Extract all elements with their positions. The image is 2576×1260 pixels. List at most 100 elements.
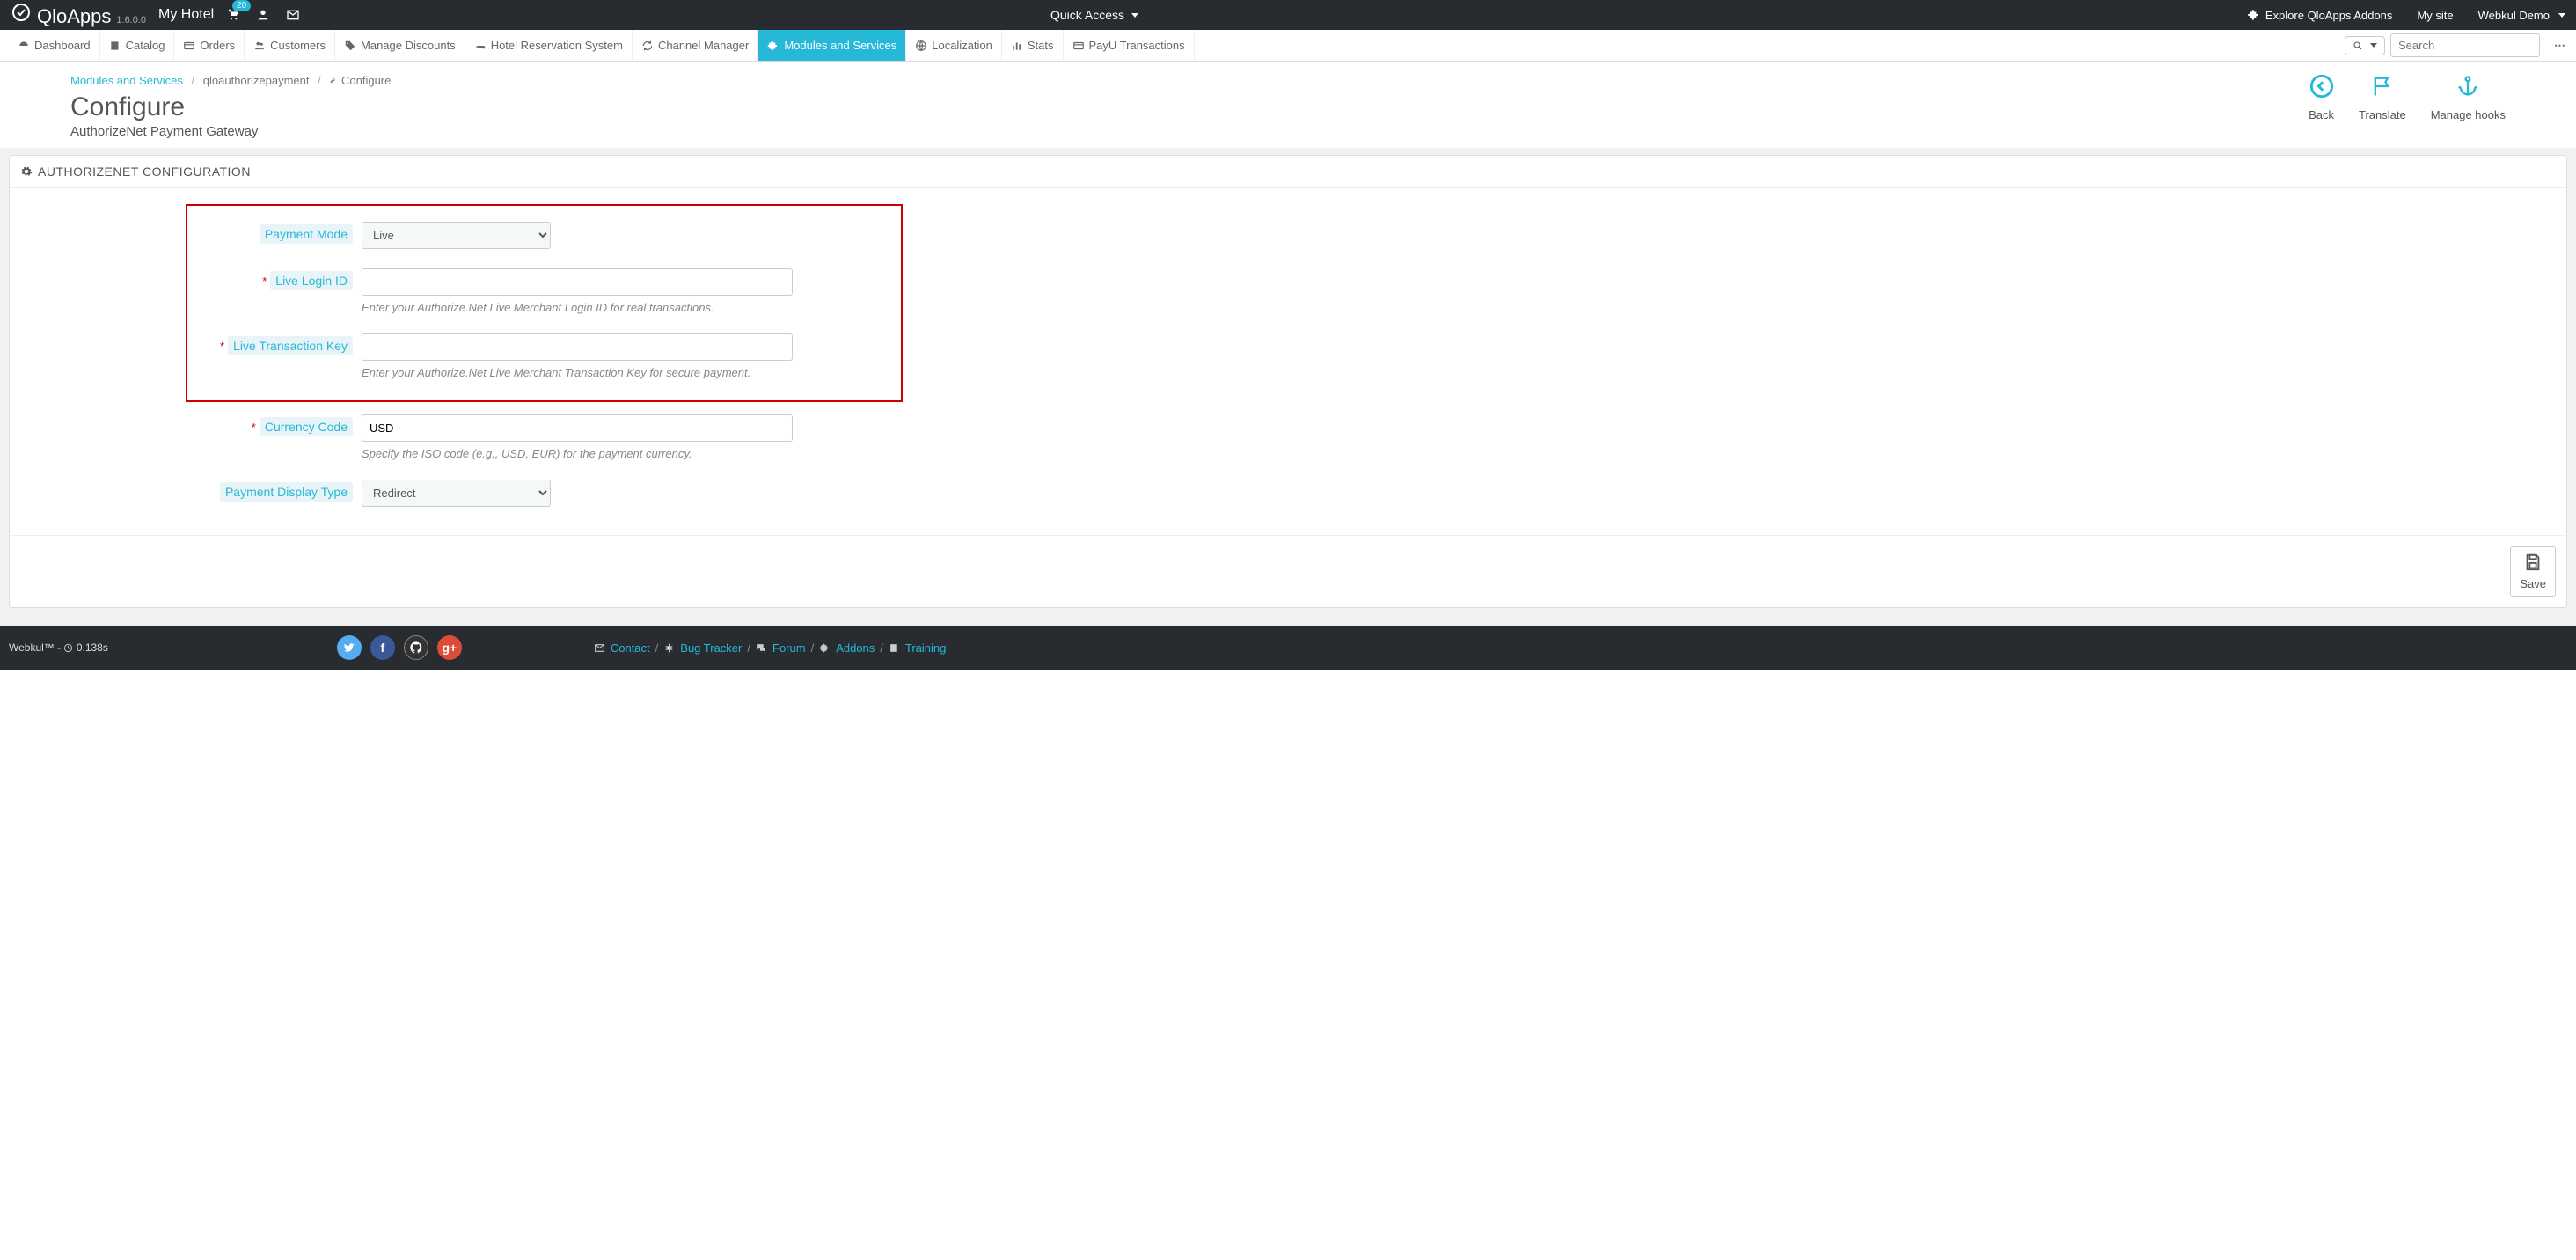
translate-button[interactable]: Translate — [2359, 74, 2406, 121]
panel-heading: AUTHORIZENET CONFIGURATION — [10, 156, 2566, 188]
nav-channel-manager[interactable]: Channel Manager — [633, 30, 758, 61]
overflow-menu[interactable]: ⋯ — [2554, 39, 2567, 53]
page-title: Configure — [70, 92, 391, 122]
label-display-type: Payment Display Type — [220, 482, 353, 502]
save-icon — [2520, 553, 2546, 577]
payment-mode-select[interactable]: Live — [362, 222, 551, 249]
wrench-icon — [329, 76, 338, 84]
breadcrumb-module-name: qloauthorizepayment — [203, 74, 310, 87]
credit-card-icon — [1072, 40, 1085, 52]
help-live-login-id: Enter your Authorize.Net Live Merchant L… — [362, 301, 854, 314]
nav-customers[interactable]: Customers — [245, 30, 335, 61]
footer-copyright: Webkul™ - 0.138s — [9, 641, 108, 654]
user-menu[interactable]: Webkul Demo — [2478, 9, 2565, 22]
label-currency-code: Currency Code — [260, 417, 353, 436]
live-login-id-input[interactable] — [362, 268, 793, 296]
book-icon — [889, 642, 900, 654]
credit-card-icon — [183, 40, 195, 52]
flag-icon — [2359, 74, 2406, 105]
puzzle-icon — [2248, 9, 2260, 21]
comments-icon — [756, 642, 767, 654]
globe-icon — [915, 40, 927, 52]
caret-down-icon — [1131, 13, 1138, 18]
quick-access-menu[interactable]: Quick Access — [1050, 8, 1138, 22]
envelope-icon[interactable] — [286, 8, 300, 22]
label-live-login-id: Live Login ID — [270, 271, 353, 290]
main-nav: Dashboard Catalog Orders Customers Manag… — [0, 30, 2576, 62]
display-type-select[interactable]: Redirect — [362, 480, 551, 507]
nav-orders[interactable]: Orders — [174, 30, 245, 61]
footer-bug-tracker[interactable]: Bug Tracker — [680, 641, 742, 655]
manage-hooks-button[interactable]: Manage hooks — [2431, 74, 2506, 121]
content-area: AUTHORIZENET CONFIGURATION Payment Mode … — [0, 148, 2576, 626]
brand-name: QloApps — [37, 5, 111, 28]
caret-down-icon — [2370, 43, 2377, 48]
gear-icon — [20, 165, 33, 178]
save-button[interactable]: Save — [2510, 546, 2556, 597]
twitter-link[interactable] — [337, 635, 362, 660]
back-button[interactable]: Back — [2309, 74, 2334, 121]
footer-forum[interactable]: Forum — [772, 641, 806, 655]
nav-dashboard[interactable]: Dashboard — [9, 30, 100, 61]
tag-icon — [344, 40, 356, 52]
github-link[interactable] — [404, 635, 428, 660]
live-trans-key-input[interactable] — [362, 333, 793, 361]
my-site-link[interactable]: My site — [2417, 9, 2453, 22]
facebook-link[interactable]: f — [370, 635, 395, 660]
search-input[interactable] — [2390, 33, 2540, 57]
footer-contact[interactable]: Contact — [611, 641, 650, 655]
envelope-icon — [594, 642, 605, 654]
book-icon — [109, 40, 121, 52]
puzzle-icon — [767, 40, 779, 52]
footer-addons[interactable]: Addons — [836, 641, 875, 655]
label-payment-mode: Payment Mode — [260, 224, 353, 244]
breadcrumb-modules[interactable]: Modules and Services — [70, 74, 183, 87]
help-live-trans-key: Enter your Authorize.Net Live Merchant T… — [362, 366, 854, 379]
footer: Webkul™ - 0.138s f g+ Contact/ Bug Track… — [0, 626, 2576, 670]
bar-chart-icon — [1011, 40, 1023, 52]
gauge-icon — [18, 40, 30, 52]
nav-modules-services[interactable]: Modules and Services — [758, 30, 906, 61]
users-icon — [253, 40, 266, 52]
nav-stats[interactable]: Stats — [1002, 30, 1064, 61]
load-time: 0.138s — [77, 641, 108, 654]
version-label: 1.6.0.0 — [116, 15, 146, 26]
currency-code-input[interactable] — [362, 414, 793, 442]
config-panel: AUTHORIZENET CONFIGURATION Payment Mode … — [9, 155, 2567, 608]
anchor-icon — [2431, 74, 2506, 105]
brand-logo[interactable]: QloApps 1.6.0.0 — [11, 2, 146, 28]
caret-down-icon — [2558, 13, 2565, 18]
page-header: Modules and Services / qloauthorizepayme… — [0, 62, 2576, 148]
explore-addons-link[interactable]: Explore QloApps Addons — [2248, 9, 2393, 22]
hotel-name[interactable]: My Hotel — [158, 7, 214, 23]
cart-button[interactable]: 20 — [226, 7, 240, 24]
github-icon — [409, 641, 423, 655]
user-icon[interactable] — [256, 8, 270, 22]
breadcrumb-configure: Configure — [341, 74, 391, 87]
footer-training[interactable]: Training — [905, 641, 946, 655]
cart-badge: 20 — [232, 0, 251, 11]
logo-check-icon — [11, 2, 32, 23]
label-live-trans-key: Live Transaction Key — [228, 336, 353, 355]
highlighted-section: Payment Mode Live *Live Login ID Enter y… — [186, 204, 903, 402]
bug-icon — [663, 642, 675, 654]
search-scope-button[interactable] — [2345, 36, 2385, 55]
refresh-icon — [641, 40, 654, 52]
twitter-icon — [343, 641, 355, 654]
bed-icon — [474, 40, 487, 52]
help-currency-code: Specify the ISO code (e.g., USD, EUR) fo… — [362, 447, 889, 460]
nav-localization[interactable]: Localization — [906, 30, 1002, 61]
topbar: QloApps 1.6.0.0 My Hotel 20 Quick Access… — [0, 0, 2576, 30]
quick-access-label: Quick Access — [1050, 8, 1124, 22]
search-icon — [2353, 40, 2363, 51]
nav-payu[interactable]: PayU Transactions — [1064, 30, 1195, 61]
arrow-left-circle-icon — [2309, 74, 2334, 105]
googleplus-link[interactable]: g+ — [437, 635, 462, 660]
puzzle-icon — [819, 642, 831, 654]
clock-icon — [63, 643, 73, 653]
nav-hotel-reservation[interactable]: Hotel Reservation System — [465, 30, 633, 61]
page-subtitle: AuthorizeNet Payment Gateway — [70, 124, 391, 139]
nav-catalog[interactable]: Catalog — [100, 30, 175, 61]
nav-discounts[interactable]: Manage Discounts — [335, 30, 465, 61]
breadcrumb: Modules and Services / qloauthorizepayme… — [70, 74, 391, 87]
